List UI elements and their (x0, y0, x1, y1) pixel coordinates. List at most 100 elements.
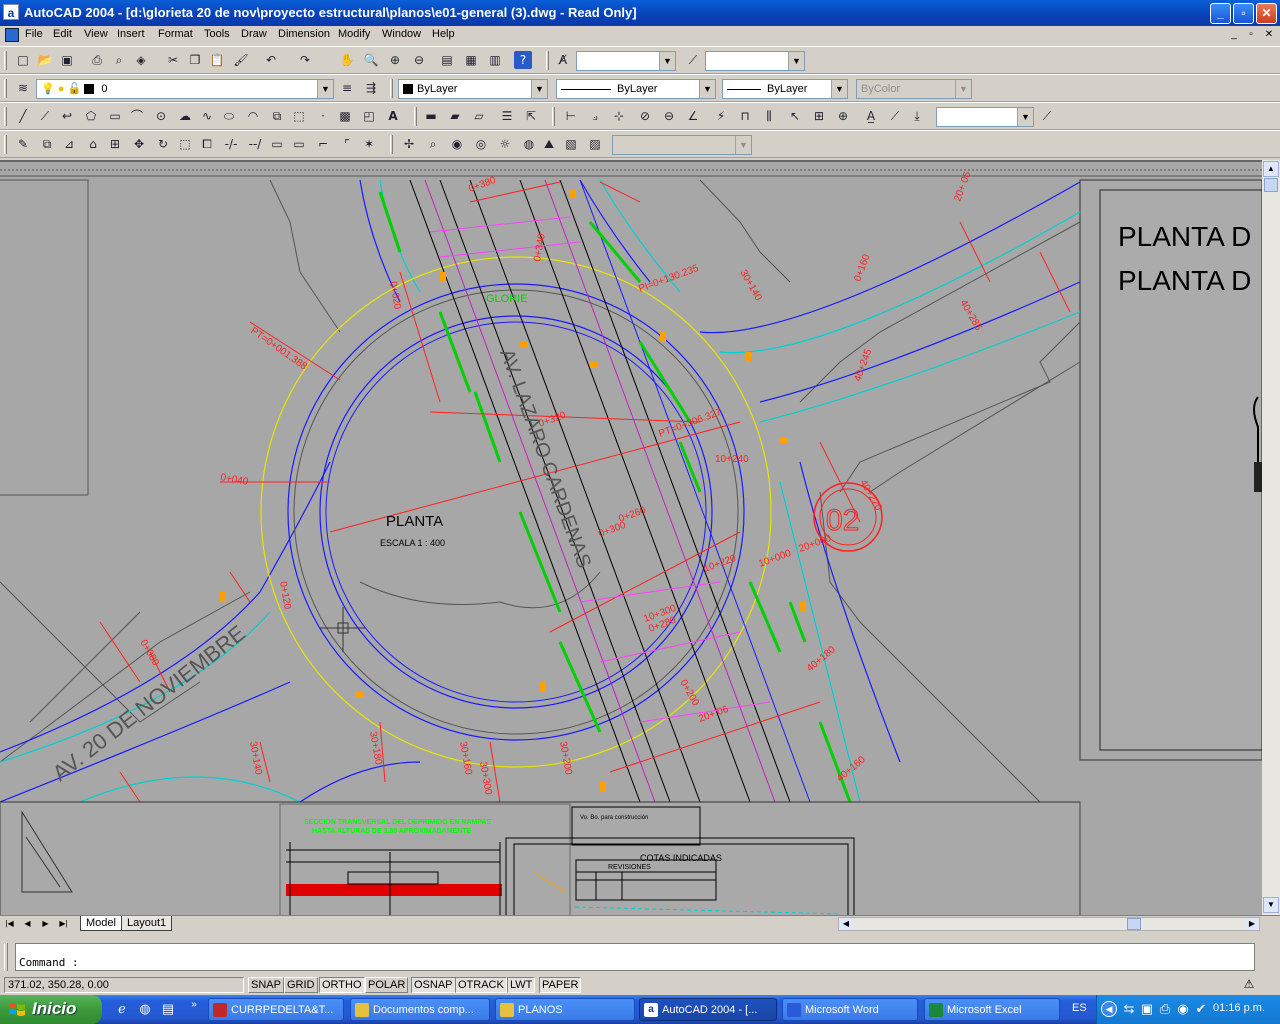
network-icon[interactable]: ⇆ (1121, 1001, 1137, 1017)
toolbar-grip[interactable] (4, 107, 7, 126)
polygon-icon[interactable]: ⬠ (82, 107, 100, 125)
linetype-combo[interactable]: ByLayer ▼ (556, 79, 716, 99)
ordinate-dimension-icon[interactable]: ⊹ (610, 107, 628, 125)
display-icon[interactable]: ▣ (1139, 1001, 1155, 1017)
menu-edit[interactable]: Edit (53, 28, 72, 40)
continue-dimension-icon[interactable]: ⫼ (760, 107, 778, 125)
tolerance-icon[interactable]: ⊞ (810, 107, 828, 125)
zoom-realtime-icon[interactable]: 🔍 (362, 51, 380, 69)
dim-style-combo[interactable]: ▼ (705, 51, 805, 71)
last-tab-button[interactable]: ▶| (56, 917, 71, 931)
document-icon[interactable] (5, 28, 19, 42)
clock[interactable]: 01:16 p.m. (1213, 1002, 1265, 1014)
ellipse-arc-icon[interactable]: ◠ (244, 107, 262, 125)
outlook-icon[interactable]: ◍ (137, 1001, 153, 1017)
communication-center-icon[interactable]: ⚠ (1240, 977, 1258, 993)
extend-icon[interactable]: --/ (246, 135, 264, 153)
angular-dimension-icon[interactable]: ∠ (684, 107, 702, 125)
line-icon[interactable]: ╱ (14, 107, 32, 125)
trim-icon[interactable]: -/- (222, 135, 240, 153)
landscape-icon[interactable]: ⛰ (540, 135, 558, 153)
scroll-up-button[interactable]: ▲ (1263, 161, 1279, 177)
make-block-icon[interactable]: ⬚ (290, 107, 308, 125)
ie-icon[interactable]: ℯ (114, 1001, 130, 1017)
copy-object-icon[interactable]: ⧉ (38, 135, 56, 153)
dim-style-icon[interactable]: ⟋ (684, 51, 702, 69)
vertical-scrollbar[interactable]: ▲ ▼ (1262, 160, 1280, 915)
taskbar-button-documentos[interactable]: Documentos comp... (350, 998, 490, 1021)
save-icon[interactable]: ▣ (58, 51, 76, 69)
make-object-layer-current-icon[interactable]: ≡ (338, 79, 356, 97)
snap-toggle[interactable]: SNAP (248, 977, 284, 993)
center-mark-icon[interactable]: ⊕ (834, 107, 852, 125)
toolbar-grip[interactable] (546, 51, 549, 70)
text-style-combo[interactable]: ▼ (576, 51, 676, 71)
autocad-icon[interactable]: a (3, 4, 19, 20)
menu-insert[interactable]: Insert (117, 28, 145, 40)
layer-manager-icon[interactable]: ≋ (14, 79, 32, 97)
paper-toggle[interactable]: PAPER (539, 977, 582, 993)
command-grip[interactable] (4, 943, 8, 971)
taskbar-button-word[interactable]: Microsoft Word (782, 998, 918, 1021)
tray-expand-icon[interactable]: ◀ (1101, 1001, 1117, 1017)
toolbar-grip[interactable] (4, 79, 7, 98)
volume-icon[interactable]: ◉ (1175, 1001, 1191, 1017)
printer-icon[interactable]: ⎙ (1157, 1001, 1173, 1017)
start-button[interactable]: Inicio (0, 995, 102, 1024)
menu-window[interactable]: Window (382, 28, 421, 40)
toolbar-grip[interactable] (414, 107, 417, 126)
lights-icon[interactable]: ☼ (496, 135, 514, 153)
taskbar-button-autocad[interactable]: a AutoCAD 2004 - [... (639, 998, 777, 1021)
menu-draw[interactable]: Draw (241, 28, 267, 40)
dimension-text-edit-icon[interactable]: ⟋ (886, 107, 904, 125)
aligned-dimension-icon[interactable]: ⟓ (586, 107, 604, 125)
inquiry-distance-icon[interactable]: ✢ (400, 135, 418, 153)
layer-previous-icon[interactable]: ⇶ (362, 79, 380, 97)
render-preferences-icon[interactable]: ▨ (586, 135, 604, 153)
taskbar-button-excel[interactable]: Microsoft Excel (924, 998, 1060, 1021)
osnap-toggle[interactable]: OSNAP (411, 977, 456, 993)
menu-modify[interactable]: Modify (338, 28, 370, 40)
layer-combo[interactable]: 💡 ● 🔓 0 ▼ (36, 79, 334, 99)
menu-file[interactable]: File (25, 28, 43, 40)
help-icon[interactable]: ? (514, 51, 532, 69)
tab-layout1[interactable]: Layout1 (121, 916, 173, 931)
text-fit-icon[interactable]: ⇱ (522, 107, 540, 125)
hatch-icon[interactable]: ▩ (336, 107, 354, 125)
linear-dimension-icon[interactable]: ⊢ (562, 107, 580, 125)
align-text-icon[interactable]: ☰ (498, 107, 516, 125)
explode-icon[interactable]: ✶ (360, 135, 378, 153)
horizontal-scrollbar[interactable]: ◀ ▶ (838, 917, 1260, 931)
erase-icon[interactable]: ✎ (14, 135, 32, 153)
break-icon[interactable]: ▭ (290, 135, 308, 153)
construction-line-icon[interactable]: ⟋ (36, 107, 54, 125)
mdi-minimize-button[interactable]: _ (1226, 28, 1242, 42)
inquiry-area-icon[interactable]: ⌕ (424, 135, 442, 153)
offset-icon[interactable]: ⌂ (84, 135, 102, 153)
point-icon[interactable]: · (314, 107, 332, 125)
minimize-button[interactable]: _ (1210, 3, 1231, 24)
close-button[interactable]: ✕ (1256, 3, 1277, 24)
stretch-icon[interactable]: ⧠ (198, 135, 216, 153)
taskbar-button-pdf[interactable]: CURRPEDELTA&T... (208, 998, 344, 1021)
scroll-right-button[interactable]: ▶ (1245, 918, 1259, 930)
circle-icon[interactable]: ⊙ (152, 107, 170, 125)
coordinates-display[interactable]: 371.02, 350.28, 0.00 (4, 977, 244, 993)
revision-cloud-icon[interactable]: ☁ (176, 107, 194, 125)
toolbar-grip[interactable] (390, 135, 393, 154)
materials-icon[interactable]: ◍ (520, 135, 538, 153)
menu-view[interactable]: View (84, 28, 108, 40)
drawing-canvas[interactable]: PLANTA D PLANTA D PT=0+001.388 0+040 0+3… (0, 160, 1262, 915)
hscroll-thumb[interactable] (1127, 918, 1141, 930)
paste-icon[interactable]: 📋 (208, 51, 226, 69)
quick-leader-icon[interactable]: ↖ (786, 107, 804, 125)
region-icon[interactable]: ◰ (360, 107, 378, 125)
rotate-icon[interactable]: ↻ (154, 135, 172, 153)
multiline-text-icon[interactable]: A (384, 107, 402, 125)
menu-tools[interactable]: Tools (204, 28, 230, 40)
mirror-icon[interactable]: ⊿ (60, 135, 78, 153)
background-icon[interactable]: ▧ (562, 135, 580, 153)
move-icon[interactable]: ✥ (130, 135, 148, 153)
color-combo[interactable]: ByLayer ▼ (398, 79, 548, 99)
arc-icon[interactable]: ⌒ (128, 107, 146, 125)
